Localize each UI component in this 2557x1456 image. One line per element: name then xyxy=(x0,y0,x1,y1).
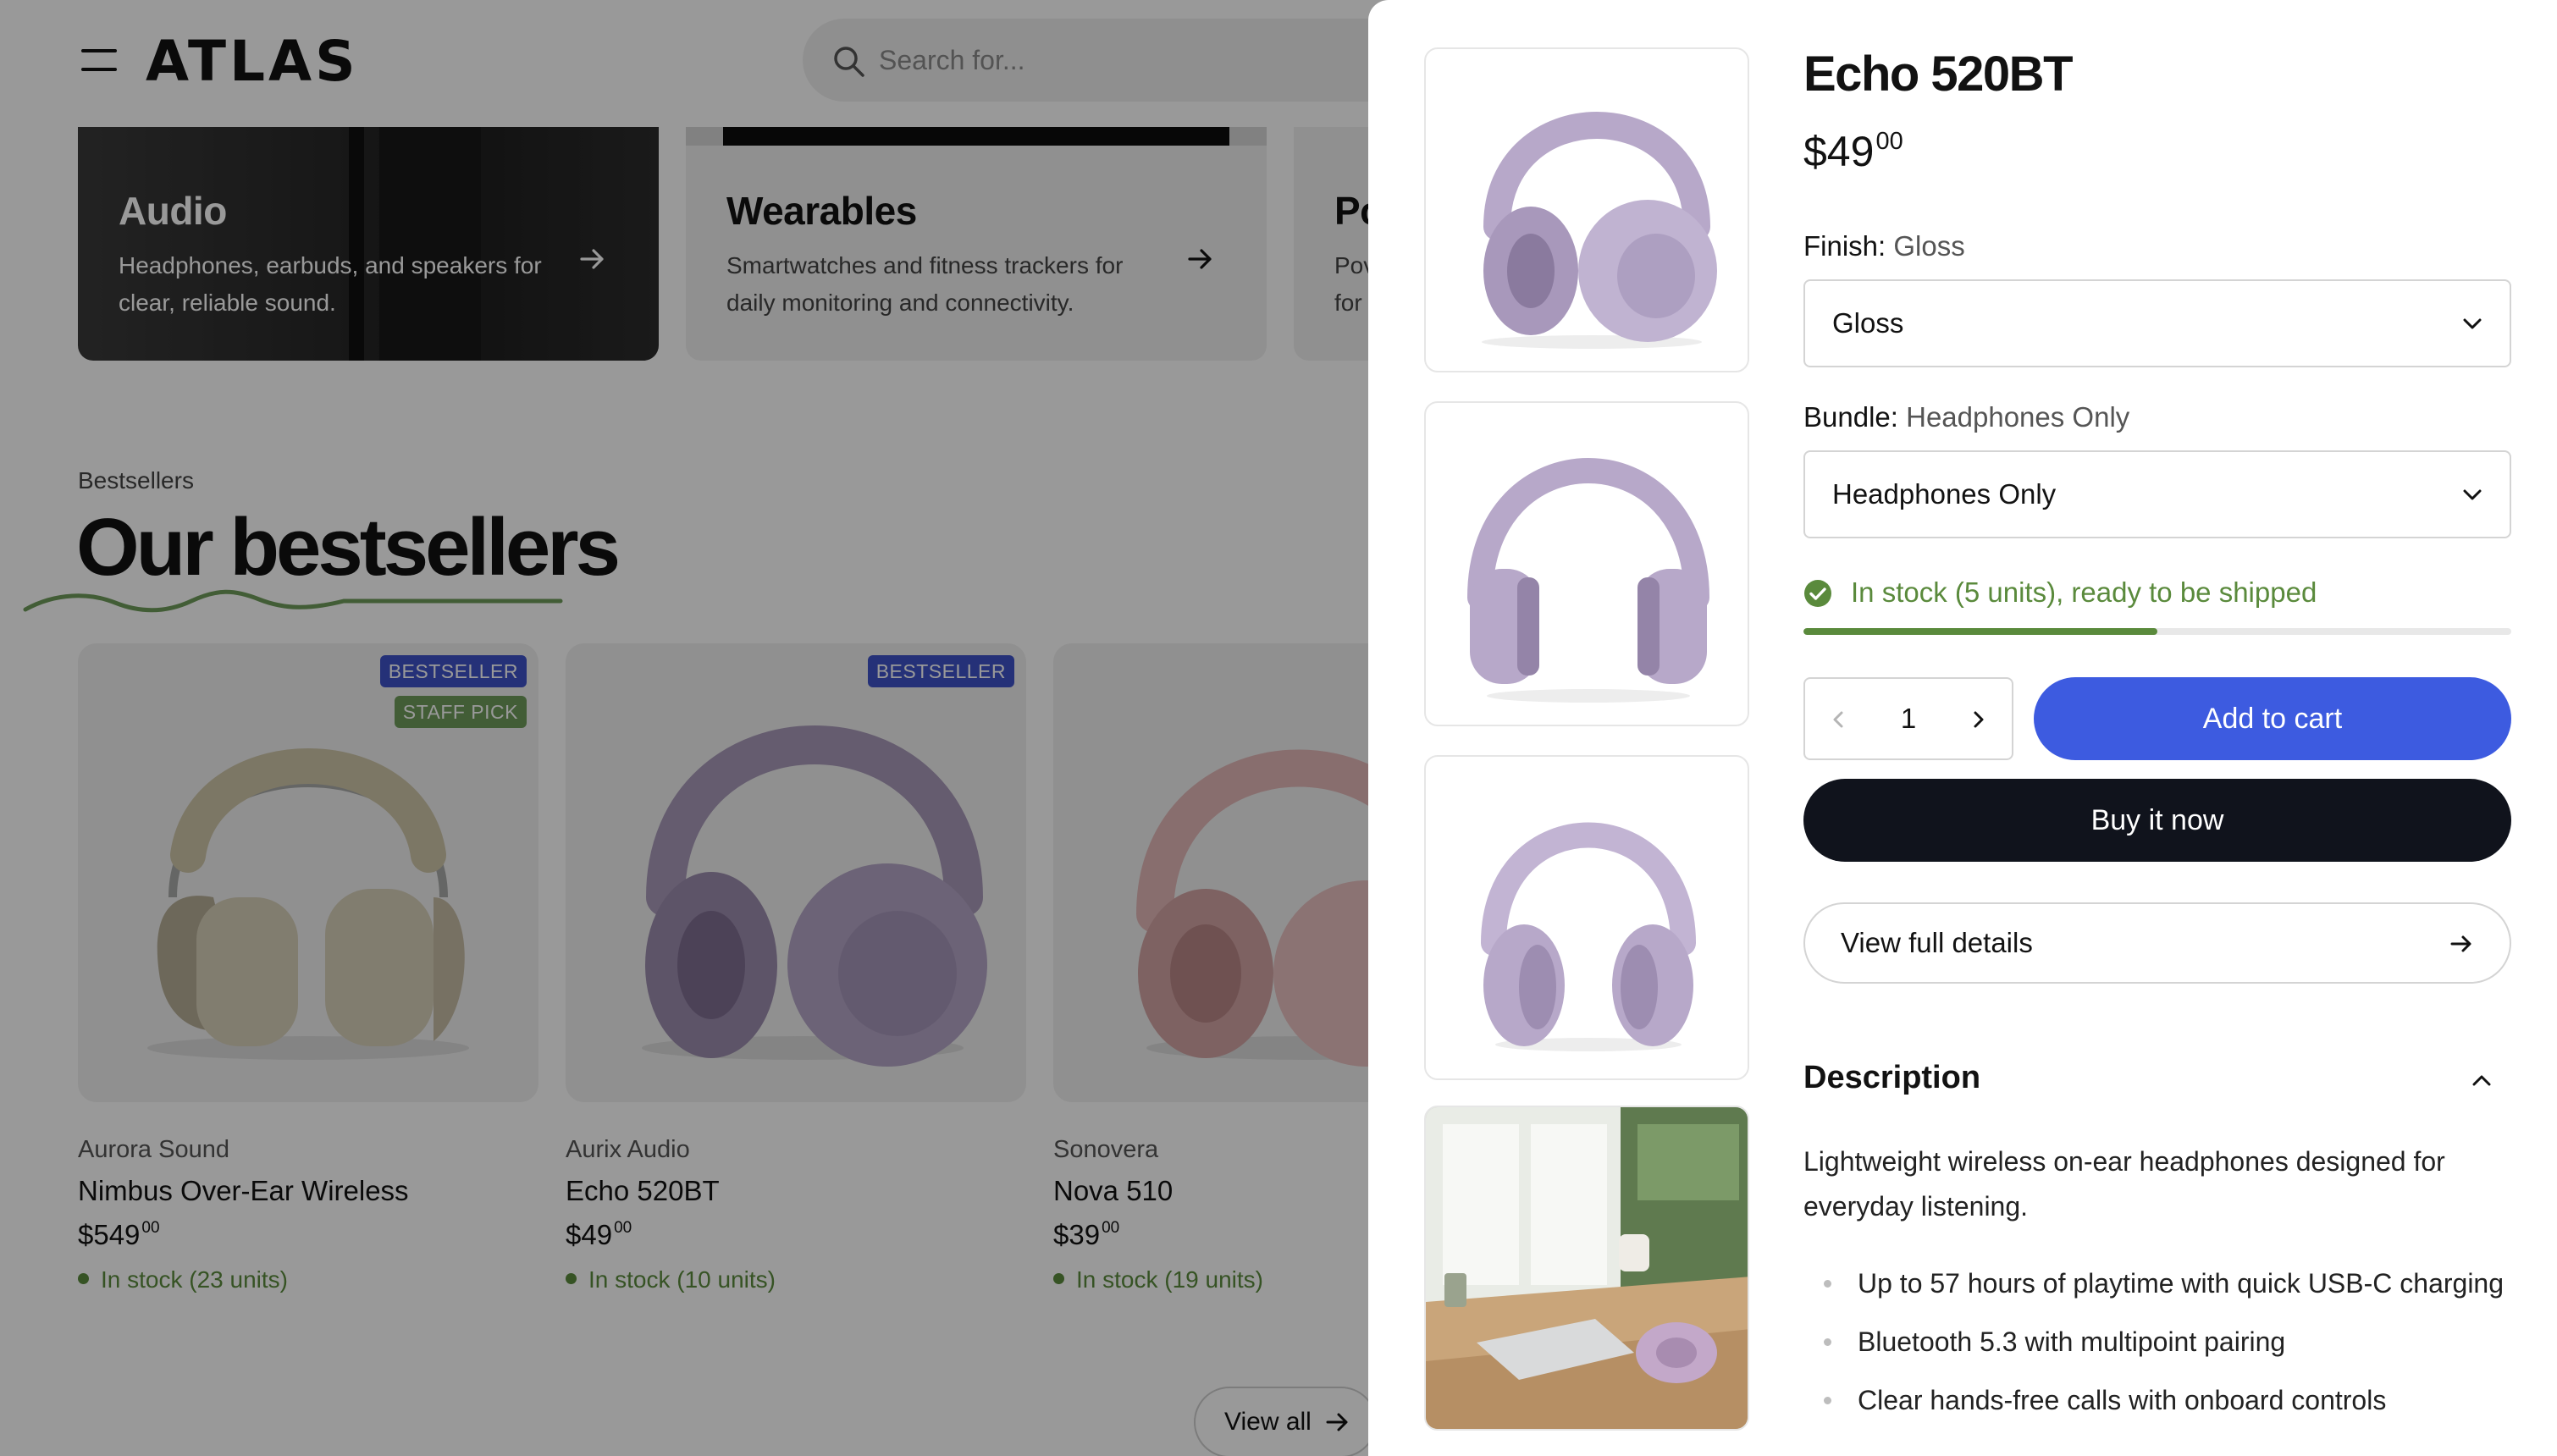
lifestyle-image xyxy=(1426,1107,1748,1429)
gallery-thumbnail[interactable] xyxy=(1424,47,1749,372)
stock-level-fill xyxy=(1803,628,2157,635)
quick-view-drawer: Echo 520BT $4900 Finish: Gloss Gloss Bun… xyxy=(1368,0,2557,1456)
feature-item: Up to 57 hours of playtime with quick US… xyxy=(1803,1261,2511,1306)
description-text: Lightweight wireless on-ear headphones d… xyxy=(1803,1146,2445,1222)
finish-select-value: Gloss xyxy=(1832,307,1904,339)
chevron-down-icon xyxy=(2463,489,2482,500)
description-heading[interactable]: Description xyxy=(1803,1060,1980,1096)
feature-item: Clear hands-free calls with onboard cont… xyxy=(1803,1378,2511,1423)
chevron-up-icon[interactable] xyxy=(2469,1068,2494,1094)
gallery-thumbnail[interactable] xyxy=(1424,755,1749,1080)
gallery-thumbnail[interactable] xyxy=(1424,401,1749,726)
storefront-page: ATLAS Search for... Audio Headphones, ea… xyxy=(0,0,2557,1456)
check-circle-icon xyxy=(1804,580,1831,607)
finish-label: Finish: Gloss xyxy=(1803,230,1965,262)
buy-now-button[interactable]: Buy it now xyxy=(1803,779,2511,862)
stock-level-bar xyxy=(1803,628,2511,635)
product-price: $4900 xyxy=(1803,128,1903,175)
headphones-image xyxy=(1467,458,1709,703)
feature-item: Bluetooth 5.3 with multipoint pairing xyxy=(1803,1320,2511,1365)
bundle-label: Bundle: Headphones Only xyxy=(1803,401,2130,433)
bundle-select[interactable]: Headphones Only xyxy=(1803,450,2511,538)
quantity-stepper[interactable]: 1 xyxy=(1803,677,2013,760)
finish-select[interactable]: Gloss xyxy=(1803,279,2511,367)
bundle-select-value: Headphones Only xyxy=(1832,478,2057,510)
stock-status-text: In stock (5 units), ready to be shipped xyxy=(1851,576,2317,608)
view-full-details-button[interactable]: View full details xyxy=(1803,902,2511,984)
headphones-image xyxy=(1481,822,1696,1051)
add-to-cart-button[interactable]: Add to cart xyxy=(2034,677,2511,760)
arrow-right-icon xyxy=(2450,935,2471,952)
chevron-right-icon[interactable] xyxy=(1966,708,1990,731)
chevron-down-icon xyxy=(2463,318,2482,329)
gallery-thumbnail[interactable] xyxy=(1424,1106,1749,1431)
headphones-image xyxy=(1482,112,1717,349)
feature-list: Up to 57 hours of playtime with quick US… xyxy=(1803,1261,2511,1437)
view-full-details-label: View full details xyxy=(1841,927,2033,958)
product-title: Echo 520BT xyxy=(1803,47,2074,102)
